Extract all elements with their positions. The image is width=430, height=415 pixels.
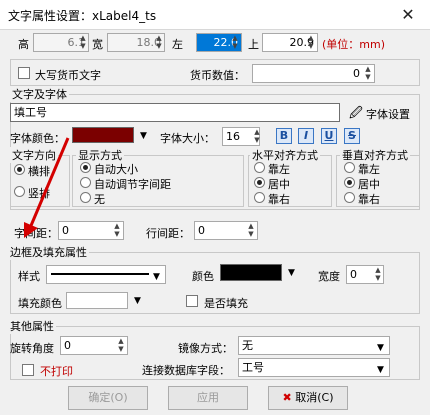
annotation-arrow [24,137,70,238]
